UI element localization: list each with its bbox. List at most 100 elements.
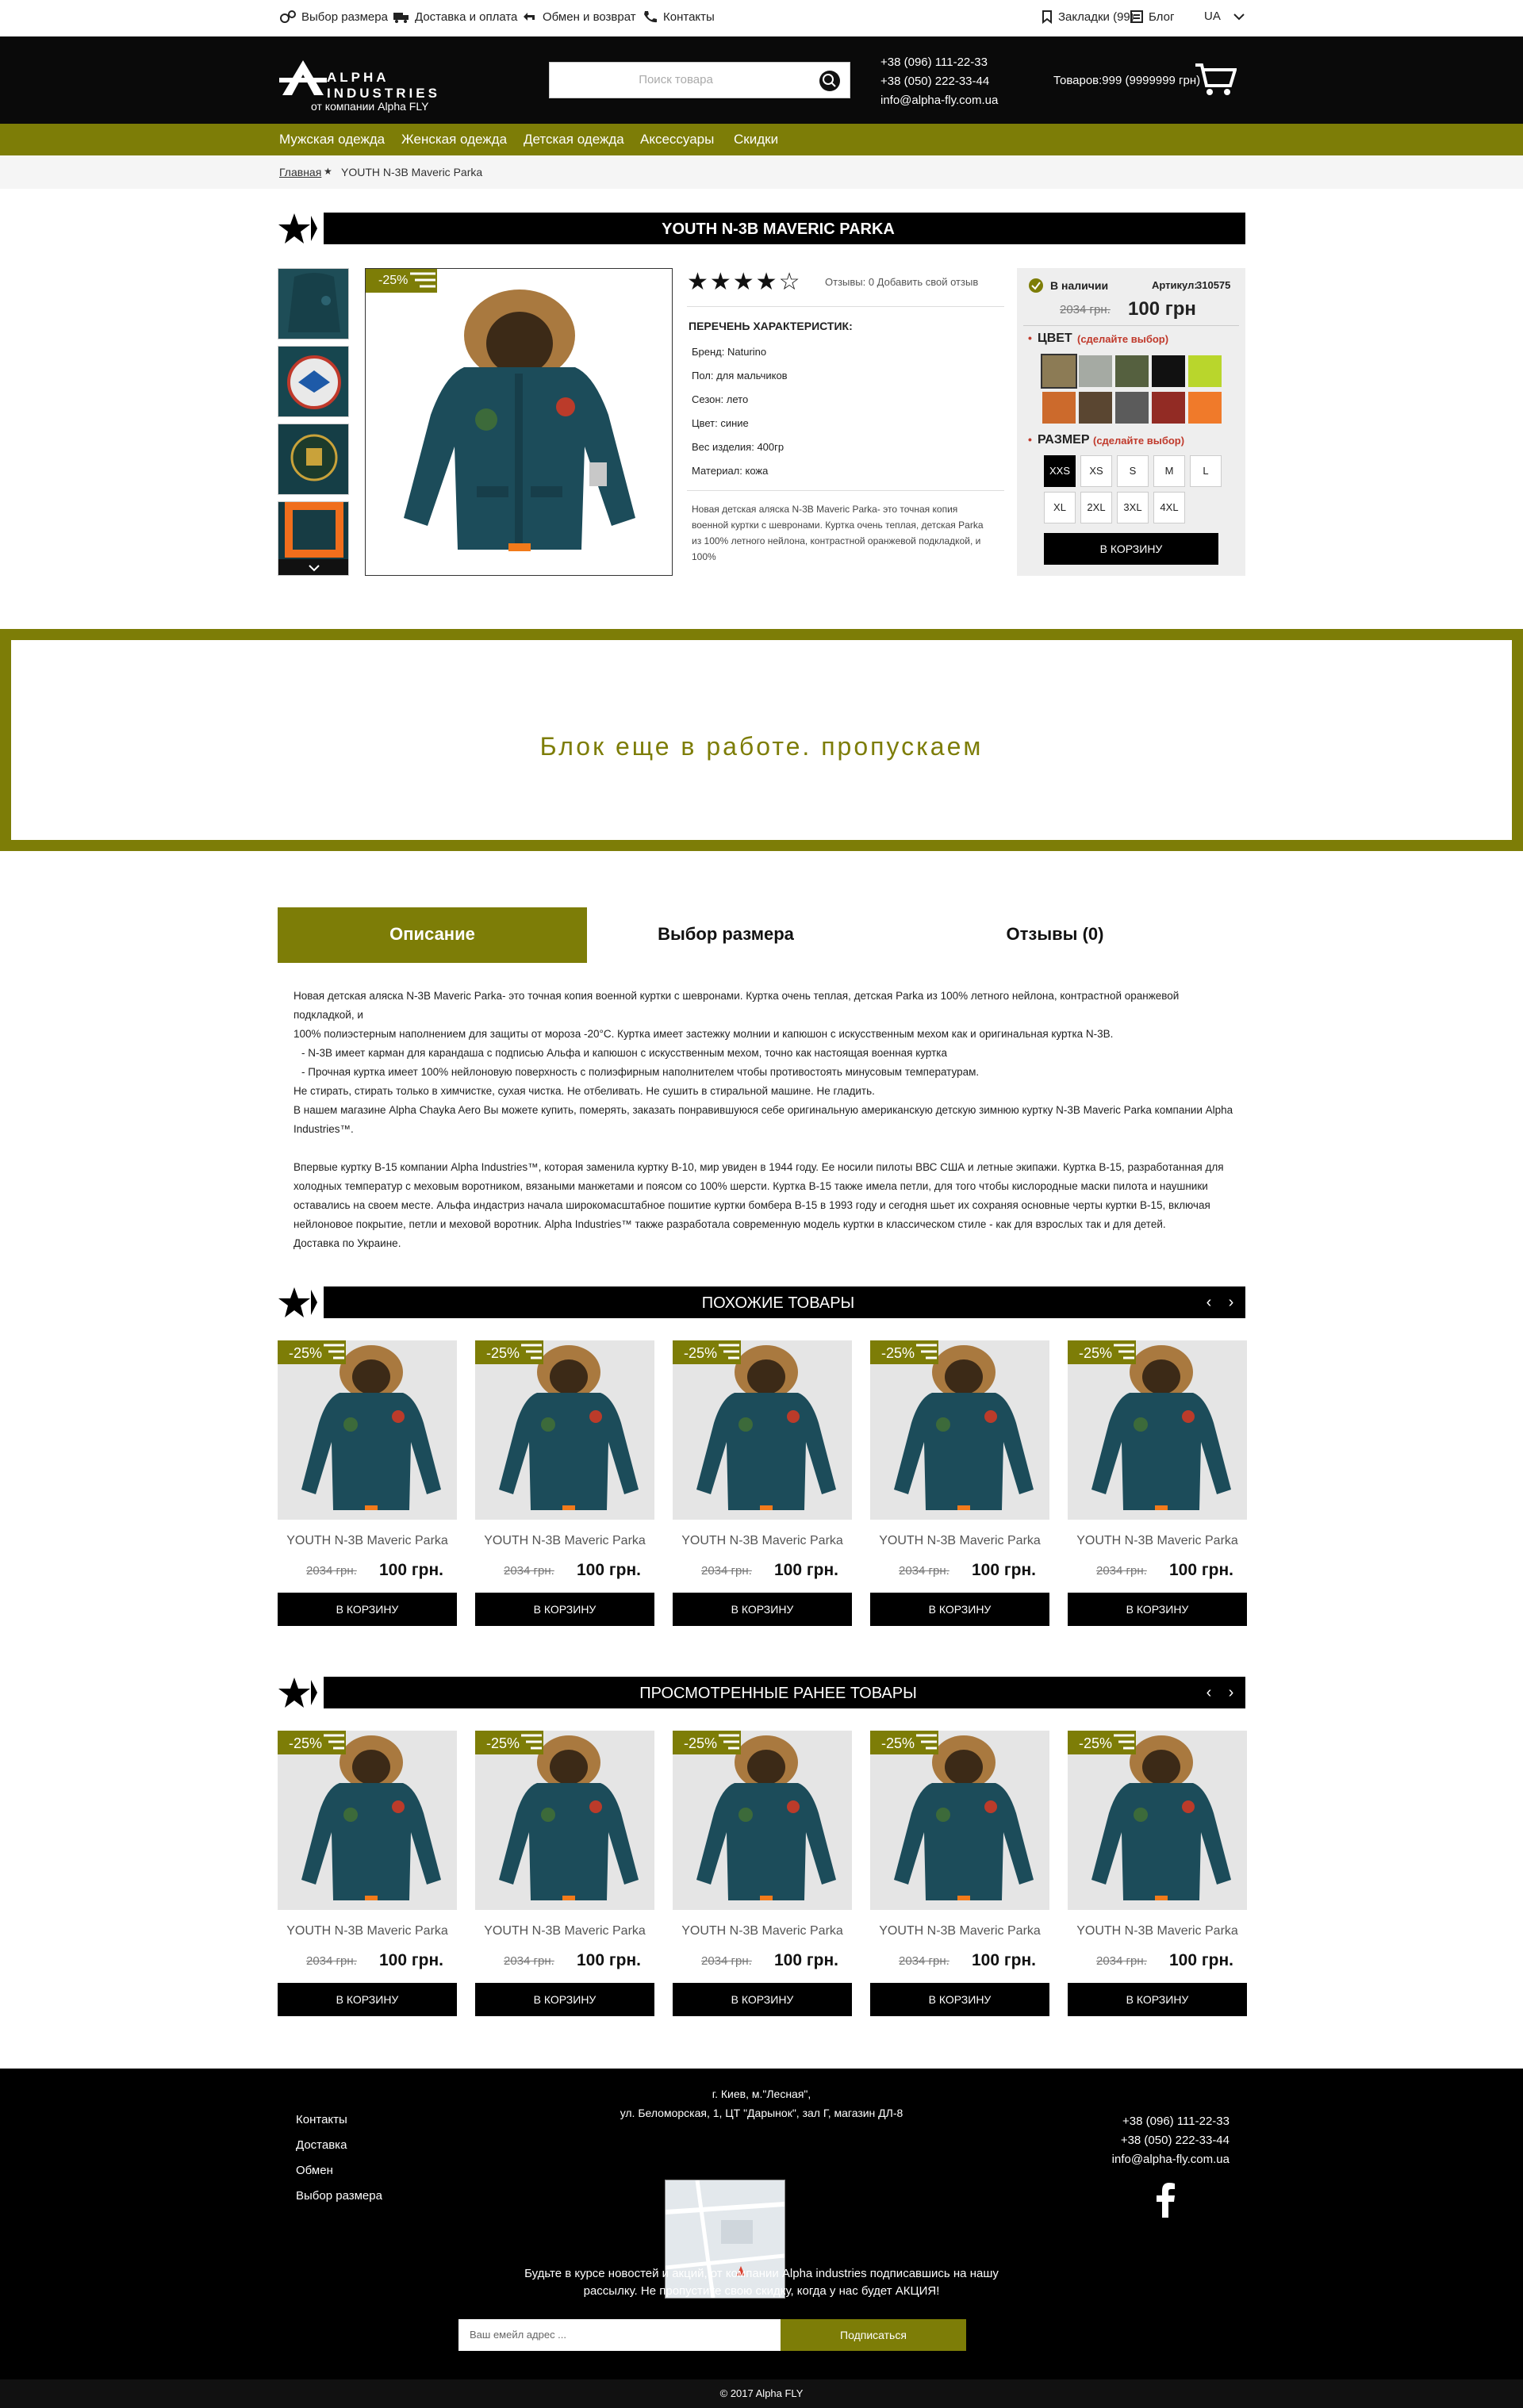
nav-item-sale[interactable]: Скидки	[734, 132, 778, 148]
tab-size-guide[interactable]: Выбор размера	[587, 907, 865, 963]
cart-summary[interactable]: Товаров:999 (9999999 грн)	[1053, 74, 1200, 87]
size-option[interactable]: 4XL	[1153, 492, 1185, 523]
color-swatch[interactable]	[1079, 355, 1112, 387]
size-option[interactable]: L	[1190, 455, 1222, 487]
product-card-name[interactable]: YOUTH N-3B Maveric Parka	[475, 1534, 654, 1548]
color-swatch[interactable]	[1042, 392, 1076, 424]
product-card-image[interactable]: -25%	[1068, 1340, 1247, 1520]
color-swatch[interactable]	[1152, 392, 1185, 424]
product-card[interactable]: -25% YOUTH N-3B Maveric Parka 2034 грн. 100…	[673, 1731, 852, 2032]
product-card-image[interactable]: -25%	[278, 1731, 457, 1910]
product-card-image[interactable]: -25%	[278, 1340, 457, 1520]
product-card-name[interactable]: YOUTH N-3B Maveric Parka	[278, 1534, 457, 1548]
tab-description[interactable]: Описание	[278, 907, 587, 963]
product-card-image[interactable]: -25%	[870, 1731, 1049, 1910]
color-swatch[interactable]	[1152, 355, 1185, 387]
footer-link-contacts[interactable]: Контакты	[296, 2113, 347, 2126]
viewed-prev-arrow-icon[interactable]: ‹	[1198, 1681, 1220, 1704]
rating-stars[interactable]: ★★★★☆	[687, 268, 801, 296]
size-option[interactable]: XL	[1044, 492, 1076, 523]
product-card-name[interactable]: YOUTH N-3B Maveric Parka	[278, 1924, 457, 1938]
contacts-link[interactable]: Контакты	[641, 10, 715, 24]
header-phone-2[interactable]: +38 (050) 222-33-44	[880, 75, 989, 88]
cart-icon[interactable]	[1194, 60, 1237, 98]
product-card-add-to-cart-button[interactable]: В КОРЗИНУ	[870, 1983, 1049, 2016]
gallery-thumb-1[interactable]	[278, 268, 349, 339]
main-product-image[interactable]: -25%	[365, 268, 673, 576]
reviews-link[interactable]: Отзывы: 0 Добавить свой отзыв	[825, 276, 978, 288]
product-card-name[interactable]: YOUTH N-3B Maveric Parka	[870, 1534, 1049, 1548]
size-option[interactable]: XS	[1080, 455, 1112, 487]
product-card[interactable]: -25% YOUTH N-3B Maveric Parka 2034 грн. 100…	[278, 1731, 457, 2032]
product-card-add-to-cart-button[interactable]: В КОРЗИНУ	[673, 1983, 852, 2016]
footer-email[interactable]: info@alpha-fly.com.ua	[1095, 2153, 1230, 2166]
product-card-add-to-cart-button[interactable]: В КОРЗИНУ	[278, 1593, 457, 1626]
footer-phone-2[interactable]: +38 (050) 222-33-44	[1095, 2134, 1230, 2147]
search-input[interactable]: Поиск товара	[550, 73, 802, 86]
subscribe-email-field[interactable]: Ваш емейл адрес ...	[458, 2319, 781, 2351]
color-swatch[interactable]	[1115, 355, 1149, 387]
product-card-image[interactable]: -25%	[475, 1340, 654, 1520]
product-card-name[interactable]: YOUTH N-3B Maveric Parka	[1068, 1534, 1247, 1548]
product-card-name[interactable]: YOUTH N-3B Maveric Parka	[870, 1924, 1049, 1938]
color-swatch[interactable]	[1079, 392, 1112, 424]
language-selector[interactable]: UA	[1204, 10, 1245, 23]
product-card-add-to-cart-button[interactable]: В КОРЗИНУ	[278, 1983, 457, 2016]
product-card[interactable]: -25% YOUTH N-3B Maveric Parka 2034 грн. 100…	[475, 1731, 654, 2032]
breadcrumb-home[interactable]: Главная	[279, 166, 321, 178]
color-swatch[interactable]	[1188, 355, 1222, 387]
product-card[interactable]: -25% YOUTH N-3B Maveric Parka 2034 грн. 100…	[278, 1340, 457, 1642]
product-card-name[interactable]: YOUTH N-3B Maveric Parka	[475, 1924, 654, 1938]
color-swatch[interactable]	[1041, 354, 1077, 389]
product-card-name[interactable]: YOUTH N-3B Maveric Parka	[673, 1534, 852, 1548]
color-swatch[interactable]	[1188, 392, 1222, 424]
product-card[interactable]: -25% YOUTH N-3B Maveric Parka 2034 грн. 100…	[870, 1340, 1049, 1642]
product-card[interactable]: -25% YOUTH N-3B Maveric Parka 2034 грн. 100…	[673, 1340, 852, 1642]
size-option[interactable]: XXS	[1044, 455, 1076, 487]
size-option[interactable]: M	[1153, 455, 1185, 487]
size-option[interactable]: S	[1117, 455, 1149, 487]
footer-link-exchange[interactable]: Обмен	[296, 2164, 333, 2177]
search-button[interactable]	[819, 71, 840, 91]
facebook-icon[interactable]	[1153, 2183, 1177, 2218]
product-card-image[interactable]: -25%	[475, 1731, 654, 1910]
delivery-link[interactable]: Доставка и оплата	[393, 10, 517, 24]
product-card-add-to-cart-button[interactable]: В КОРЗИНУ	[475, 1593, 654, 1626]
product-card-add-to-cart-button[interactable]: В КОРЗИНУ	[673, 1593, 852, 1626]
product-card[interactable]: -25% YOUTH N-3B Maveric Parka 2034 грн. 100…	[1068, 1340, 1247, 1642]
nav-item-men[interactable]: Мужская одежда	[279, 132, 385, 148]
product-card-add-to-cart-button[interactable]: В КОРЗИНУ	[475, 1983, 654, 2016]
exchange-link[interactable]: Обмен и возврат	[520, 10, 636, 24]
subscribe-button[interactable]: Подписаться	[781, 2319, 966, 2351]
nav-item-women[interactable]: Женская одежда	[401, 132, 507, 148]
product-card-image[interactable]: -25%	[1068, 1731, 1247, 1910]
gallery-thumb-2[interactable]	[278, 346, 349, 417]
nav-item-accessories[interactable]: Аксессуары	[640, 132, 714, 148]
color-swatch[interactable]	[1115, 392, 1149, 424]
similar-next-arrow-icon[interactable]: ›	[1220, 1291, 1242, 1313]
product-card-image[interactable]: -25%	[673, 1731, 852, 1910]
product-card-add-to-cart-button[interactable]: В КОРЗИНУ	[1068, 1593, 1247, 1626]
product-card[interactable]: -25% YOUTH N-3B Maveric Parka 2034 грн. 100…	[870, 1731, 1049, 2032]
similar-prev-arrow-icon[interactable]: ‹	[1198, 1291, 1220, 1313]
blog-link[interactable]: Блог	[1130, 10, 1174, 24]
logo[interactable]: ALPHA INDUSTRIES от компании Alpha FLY	[279, 52, 454, 116]
search-box[interactable]: Поиск товара	[549, 62, 850, 98]
product-card-name[interactable]: YOUTH N-3B Maveric Parka	[673, 1924, 852, 1938]
footer-link-size-guide[interactable]: Выбор размера	[296, 2189, 382, 2203]
size-option[interactable]: 3XL	[1117, 492, 1149, 523]
gallery-thumb-4[interactable]	[278, 501, 349, 576]
product-card-image[interactable]: -25%	[673, 1340, 852, 1520]
tab-reviews[interactable]: Отзывы (0)	[865, 907, 1245, 963]
add-to-cart-button[interactable]: В КОРЗИНУ	[1044, 533, 1218, 565]
product-card-name[interactable]: YOUTH N-3B Maveric Parka	[1068, 1924, 1247, 1938]
product-card[interactable]: -25% YOUTH N-3B Maveric Parka 2034 грн. 100…	[475, 1340, 654, 1642]
header-email[interactable]: info@alpha-fly.com.ua	[880, 94, 998, 107]
footer-link-delivery[interactable]: Доставка	[296, 2138, 347, 2152]
product-card-add-to-cart-button[interactable]: В КОРЗИНУ	[1068, 1983, 1247, 2016]
bookmarks-link[interactable]: Закладки (99)	[1041, 10, 1134, 24]
product-card[interactable]: -25% YOUTH N-3B Maveric Parka 2034 грн. 100…	[1068, 1731, 1247, 2032]
header-phone-1[interactable]: +38 (096) 111-22-33	[880, 56, 988, 69]
product-card-add-to-cart-button[interactable]: В КОРЗИНУ	[870, 1593, 1049, 1626]
nav-item-kids[interactable]: Детская одежда	[524, 132, 624, 148]
